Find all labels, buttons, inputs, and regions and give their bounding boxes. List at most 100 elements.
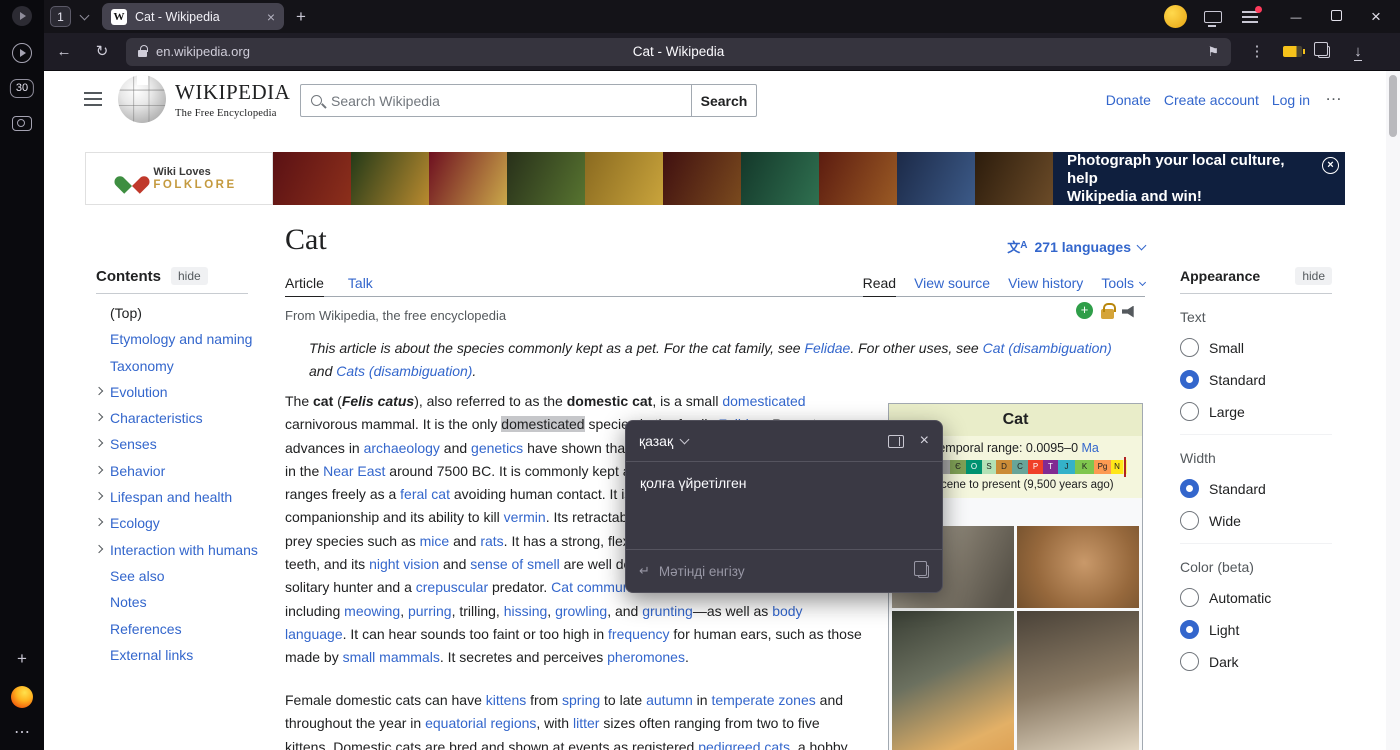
wiki-link[interactable]: feral cat	[400, 486, 450, 502]
radio-automatic[interactable]	[1180, 588, 1199, 607]
wiki-link[interactable]: sense of smell	[470, 556, 559, 572]
url-bar[interactable]: en.wikipedia.org Cat - Wikipedia	[126, 38, 1231, 66]
view-read[interactable]: Read	[863, 269, 896, 297]
toc-item-top[interactable]: (Top)	[110, 300, 292, 326]
add-icon[interactable]	[1076, 302, 1093, 319]
close-button[interactable]	[1362, 7, 1390, 27]
wiki-link[interactable]: Cat (disambiguation)	[983, 340, 1112, 356]
wiki-link[interactable]: pheromones	[607, 649, 685, 665]
toc-item-evolution[interactable]: Evolution	[110, 379, 292, 405]
campaign-banner[interactable]: Wiki Loves FOLKLORE Photograph your loca…	[85, 152, 1345, 205]
toc-item-characteristics[interactable]: Characteristics	[110, 405, 292, 431]
toc-item-see-also[interactable]: See also	[110, 563, 292, 589]
abyssinian-cat-photo[interactable]	[1017, 526, 1139, 608]
chevron-right-icon[interactable]	[95, 518, 103, 526]
wiki-link[interactable]: crepuscular	[416, 579, 488, 595]
scrollbar-thumb[interactable]	[1389, 75, 1397, 137]
pages-icon[interactable]	[1318, 46, 1330, 58]
wiki-link[interactable]: spring	[562, 692, 600, 708]
wikipedia-logo[interactable]	[118, 75, 166, 123]
sidebar-more-icon[interactable]	[14, 722, 30, 742]
toc-item-taxonomy[interactable]: Taxonomy	[110, 353, 292, 379]
radio-large[interactable]	[1180, 402, 1199, 421]
toc-item-external-links[interactable]: External links	[110, 642, 292, 668]
translate-input[interactable]: Мәтінді енгізу	[626, 550, 942, 592]
radio-standard[interactable]	[1180, 370, 1199, 389]
wiki-link[interactable]: hissing	[504, 603, 548, 619]
wiki-link[interactable]: frequency	[608, 626, 669, 642]
new-tab-button[interactable]	[296, 7, 306, 27]
radio-wide[interactable]	[1180, 511, 1199, 530]
languages-button[interactable]: 271 languages	[1007, 237, 1145, 256]
banner-close-icon[interactable]	[1322, 157, 1339, 174]
tab-article[interactable]: Article	[285, 269, 324, 297]
extensions-menu-icon[interactable]	[1243, 38, 1271, 66]
wiki-link[interactable]: autumn	[646, 692, 693, 708]
reload-button[interactable]	[88, 38, 116, 66]
wiki-link[interactable]: grunting	[642, 603, 693, 619]
toc-item-behavior[interactable]: Behavior	[110, 458, 292, 484]
sidebar-play-icon[interactable]	[12, 43, 32, 63]
open-panel-icon[interactable]	[888, 435, 904, 448]
protection-lock-icon[interactable]	[1101, 309, 1114, 319]
maximize-button[interactable]	[1322, 8, 1350, 26]
popup-close-icon[interactable]	[920, 432, 929, 450]
menu-icon[interactable]	[1242, 16, 1258, 18]
tab-count-badge[interactable]: 30	[10, 79, 34, 98]
wiki-link[interactable]: archaeology	[364, 440, 440, 456]
wiki-link[interactable]: Cats (disambiguation)	[336, 363, 472, 379]
listen-icon[interactable]	[1122, 306, 1137, 318]
option-dark[interactable]: Dark	[1180, 652, 1332, 671]
tab-close-icon[interactable]	[267, 9, 275, 25]
chevron-right-icon[interactable]	[95, 492, 103, 500]
option-light[interactable]: Light	[1180, 620, 1332, 639]
chevron-right-icon[interactable]	[95, 387, 103, 395]
toc-item-notes[interactable]: Notes	[110, 589, 292, 615]
wiki-link[interactable]: night vision	[369, 556, 439, 572]
wiki-link[interactable]: meowing	[344, 603, 400, 619]
chevron-right-icon[interactable]	[95, 466, 103, 474]
view-tools[interactable]: Tools	[1101, 269, 1145, 297]
wiki-link[interactable]: kittens	[486, 692, 526, 708]
appearance-hide-button[interactable]: hide	[1295, 267, 1332, 285]
header-link-log-in[interactable]: Log in	[1272, 92, 1310, 108]
bookmark-icon[interactable]	[1207, 44, 1219, 60]
screenshot-icon[interactable]	[12, 116, 32, 131]
wiki-link[interactable]: growling	[555, 603, 607, 619]
chevron-right-icon[interactable]	[95, 413, 103, 421]
battery-icon[interactable]	[1283, 46, 1302, 57]
profile-avatar[interactable]	[1164, 5, 1187, 28]
toc-item-interaction-with-humans[interactable]: Interaction with humans	[110, 537, 292, 563]
wiki-link[interactable]: purring	[408, 603, 452, 619]
copy-icon[interactable]	[918, 565, 929, 578]
wiki-link[interactable]: domesticated	[722, 393, 805, 409]
wiki-link[interactable]: small mammals	[343, 649, 440, 665]
media-play-icon[interactable]	[12, 6, 32, 26]
header-more-icon[interactable]	[1325, 85, 1342, 105]
send-to-device-icon[interactable]	[1204, 11, 1222, 23]
wiki-link[interactable]: temperate zones	[711, 692, 815, 708]
radio-dark[interactable]	[1180, 652, 1199, 671]
back-button[interactable]	[50, 38, 78, 66]
toc-item-references[interactable]: References	[110, 616, 292, 642]
minimize-button[interactable]	[1282, 8, 1310, 26]
option-wide[interactable]: Wide	[1180, 511, 1332, 530]
option-automatic[interactable]: Automatic	[1180, 588, 1332, 607]
tabs-dropdown-icon[interactable]	[80, 10, 90, 20]
workspace-indicator[interactable]: 1	[50, 6, 71, 27]
toc-hide-button[interactable]: hide	[171, 267, 208, 285]
toc-item-etymology-and-naming[interactable]: Etymology and naming	[110, 326, 292, 352]
radio-standard[interactable]	[1180, 479, 1199, 498]
radio-light[interactable]	[1180, 620, 1199, 639]
option-standard[interactable]: Standard	[1180, 370, 1332, 389]
wiki-link[interactable]: Ma	[1082, 441, 1099, 455]
toc-item-lifespan-and-health[interactable]: Lifespan and health	[110, 484, 292, 510]
chevron-right-icon[interactable]	[95, 544, 103, 552]
toc-item-ecology[interactable]: Ecology	[110, 510, 292, 536]
scrollbar[interactable]	[1386, 71, 1400, 750]
browser-tab[interactable]: W Cat - Wikipedia	[102, 3, 284, 30]
main-menu-icon[interactable]	[84, 92, 102, 94]
wiki-link[interactable]: genetics	[471, 440, 523, 456]
search-box[interactable]	[300, 84, 692, 117]
view-view-history[interactable]: View history	[1008, 269, 1083, 297]
